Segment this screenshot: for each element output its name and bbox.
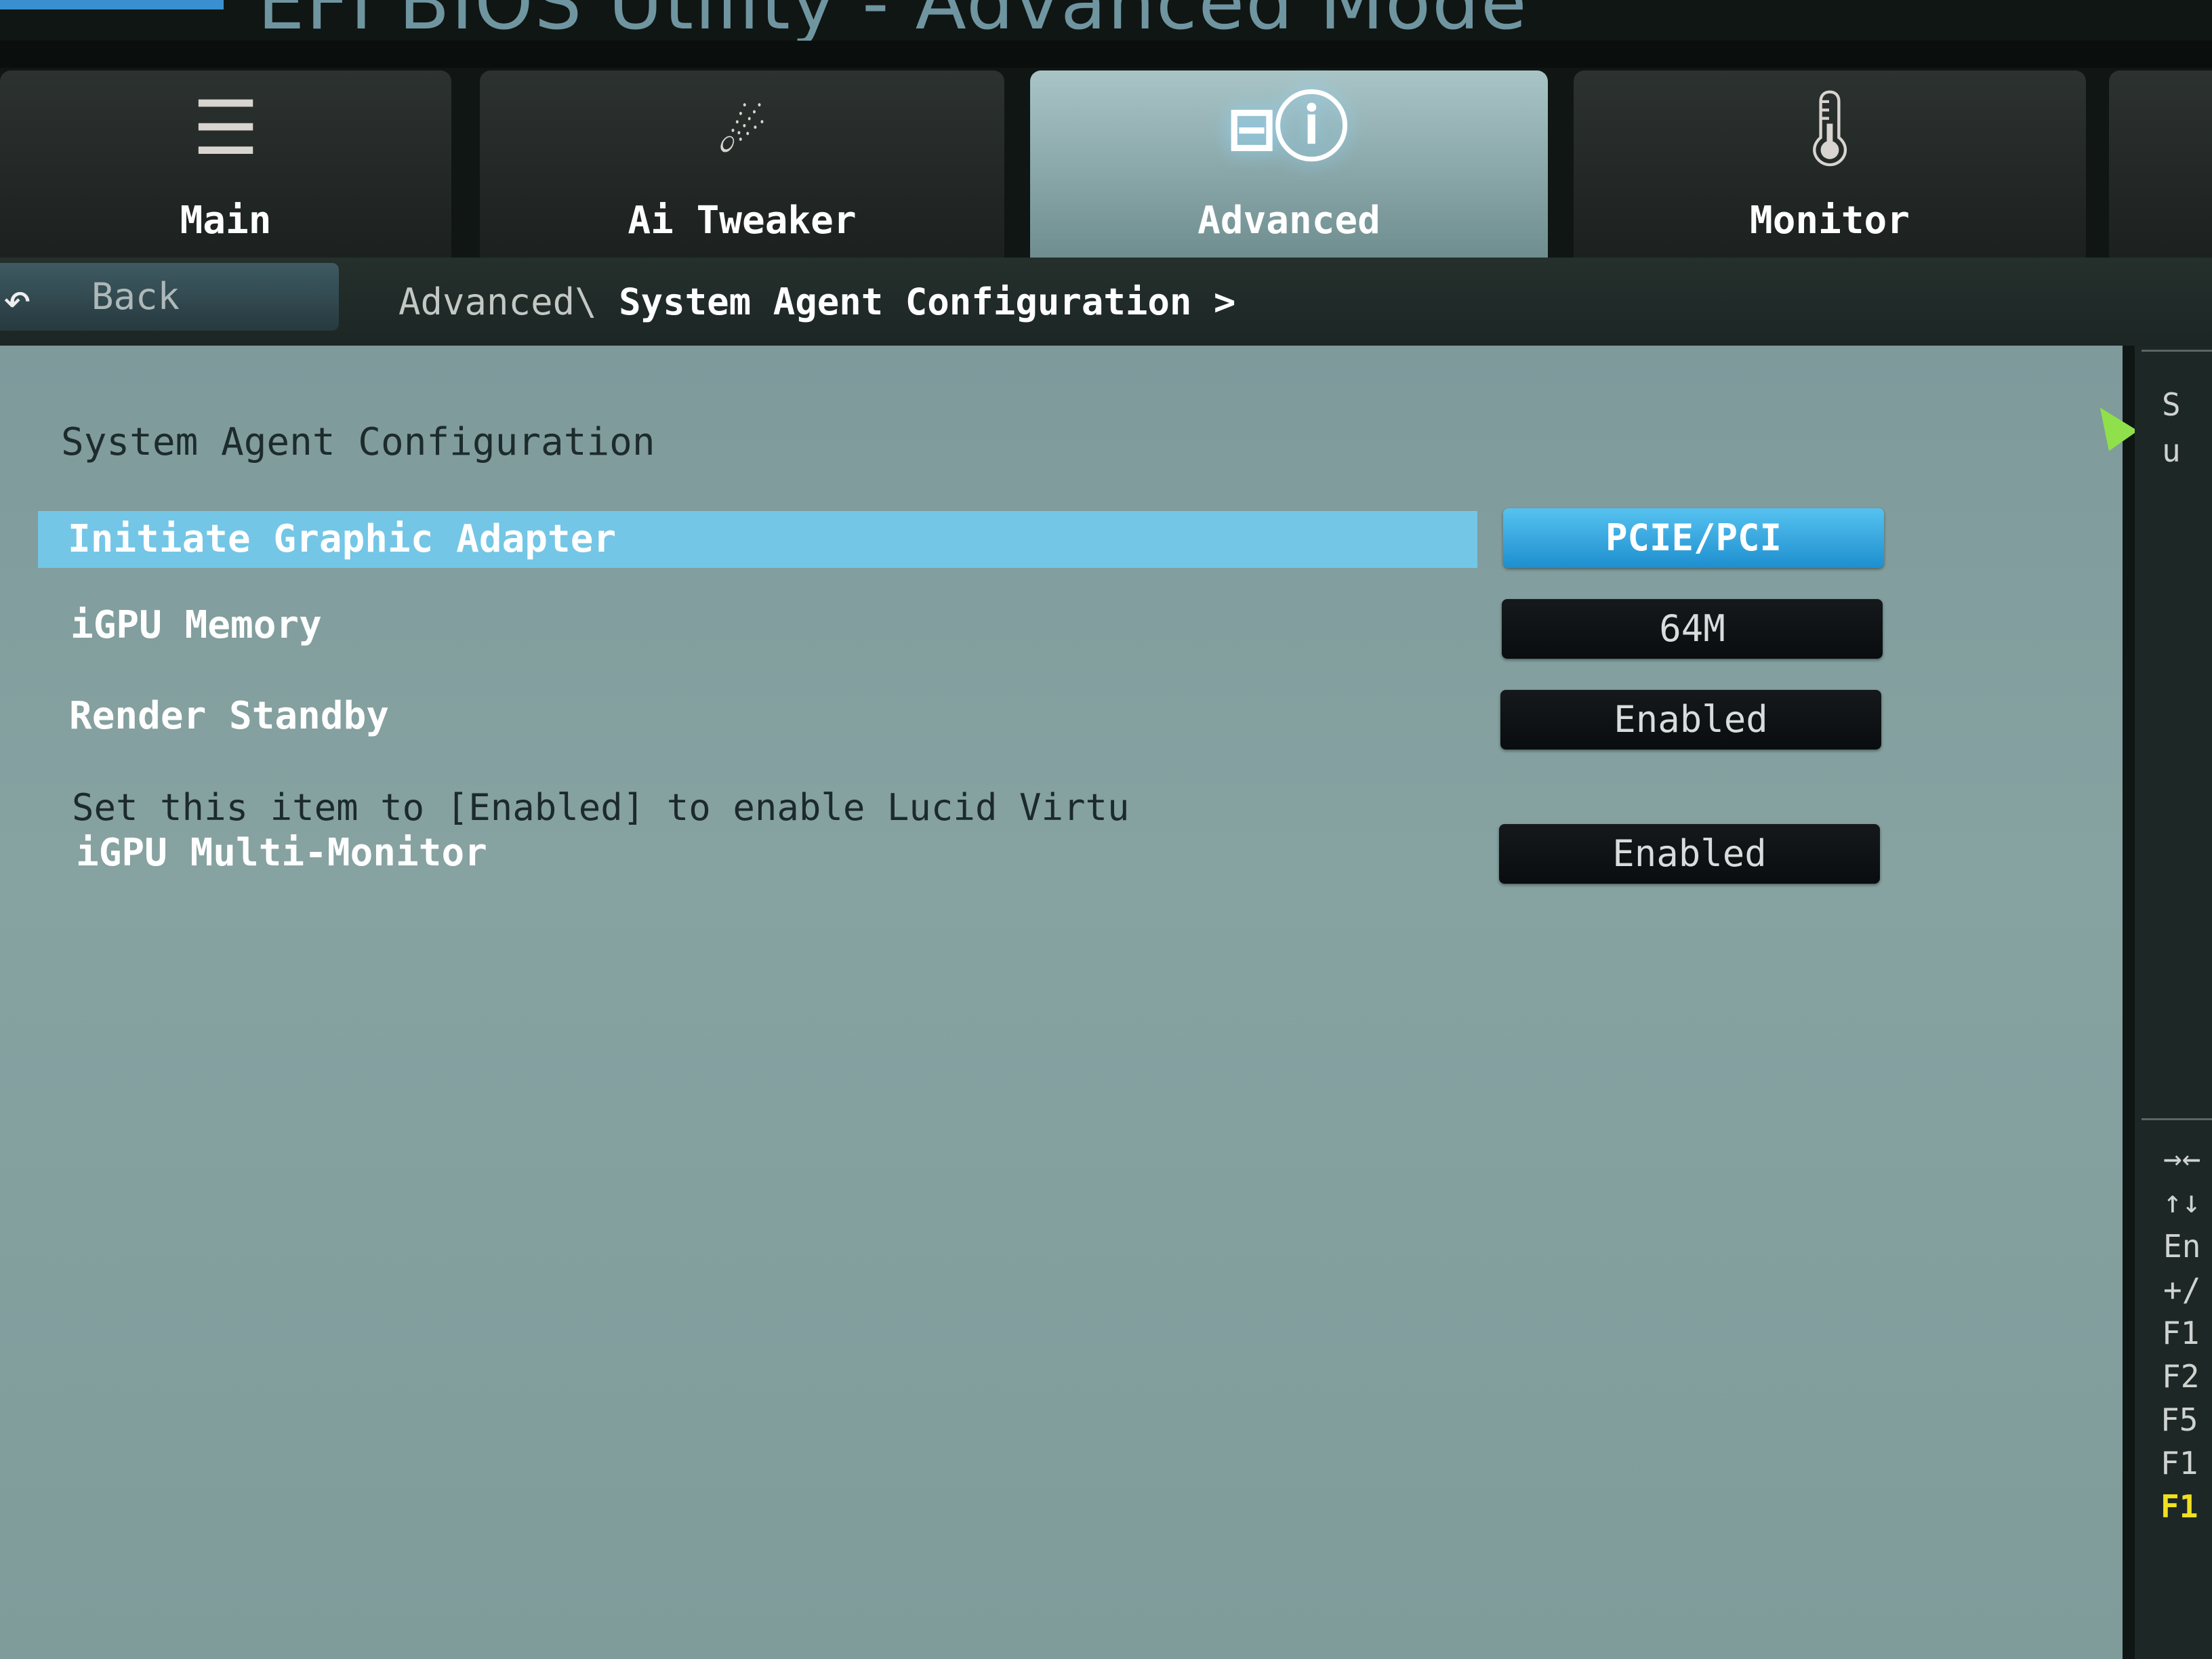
tab-ai-tweaker[interactable]: ☄ Ai Tweaker (480, 70, 1004, 258)
tab-label: Monitor (1749, 199, 1910, 243)
setting-igpu-multi-monitor[interactable]: iGPU Multi-Monitor (76, 831, 487, 875)
sidebar-divider (2142, 350, 2212, 352)
key-hint: ↑↓ (2163, 1183, 2201, 1220)
key-hint: F1 (2160, 1445, 2198, 1481)
advanced-info-icon: ⊟ⓘ (1229, 85, 1349, 171)
key-hint: →← (2163, 1140, 2201, 1176)
tab-advanced[interactable]: ⊟ⓘ Advanced (1030, 70, 1548, 258)
setting-initiate-graphic-adapter[interactable]: Initiate Graphic Adapter (68, 511, 616, 568)
thermometer-gauge-icon: 🌡 (1782, 85, 1877, 171)
key-hint: F2 (2162, 1358, 2200, 1395)
title-divider (0, 41, 2212, 68)
tab-label: Ai Tweaker (628, 199, 857, 243)
back-button[interactable]: ↶ Back (0, 263, 339, 331)
tab-label: Main (180, 199, 272, 243)
back-arrow-icon: ↶ (3, 271, 32, 327)
key-hint: F1 (2162, 1315, 2200, 1351)
sidebar-help-text: u (2162, 432, 2181, 469)
key-hint: +/ (2163, 1271, 2201, 1308)
breadcrumb: Advanced\ System Agent Configuration > (398, 281, 1235, 323)
setting-help-text: Set this item to [Enabled] to enable Luc… (72, 786, 1130, 829)
app-title: EFI BIOS Utility - Advanced Mode (258, 0, 1528, 46)
key-hint: En (2163, 1228, 2201, 1265)
tab-label: Advanced (1197, 199, 1380, 243)
key-hint-highlighted: F1 (2160, 1488, 2198, 1525)
asus-logo (0, 0, 224, 9)
back-label: Back (91, 275, 180, 318)
setting-igpu-memory[interactable]: iGPU Memory (70, 603, 322, 647)
section-title: System Agent Configuration (61, 420, 655, 464)
help-sidebar: S u →← ↑↓ En +/ F1 F2 F5 F1 F1 (2135, 346, 2212, 1659)
tab-monitor[interactable]: 🌡 Monitor (1574, 70, 2086, 258)
sidebar-help-text: S (2162, 386, 2181, 423)
tweaker-icon: ☄ (719, 85, 765, 171)
tab-main[interactable]: ☰ Main (0, 70, 451, 258)
breadcrumb-current: System Agent Configuration > (619, 281, 1236, 323)
tab-next[interactable] (2109, 70, 2212, 258)
igpu-memory-select[interactable]: 64M (1502, 599, 1883, 659)
render-standby-select[interactable]: Enabled (1500, 690, 1881, 750)
setting-render-standby[interactable]: Render Standby (69, 694, 389, 738)
breadcrumb-parent[interactable]: Advanced\ (398, 281, 597, 323)
list-icon: ☰ (192, 85, 260, 171)
initiate-graphic-adapter-select[interactable]: PCIE/PCI (1503, 508, 1884, 568)
sidebar-divider (2142, 1118, 2212, 1120)
key-hint: F5 (2160, 1401, 2198, 1438)
igpu-multi-monitor-select[interactable]: Enabled (1499, 824, 1880, 884)
